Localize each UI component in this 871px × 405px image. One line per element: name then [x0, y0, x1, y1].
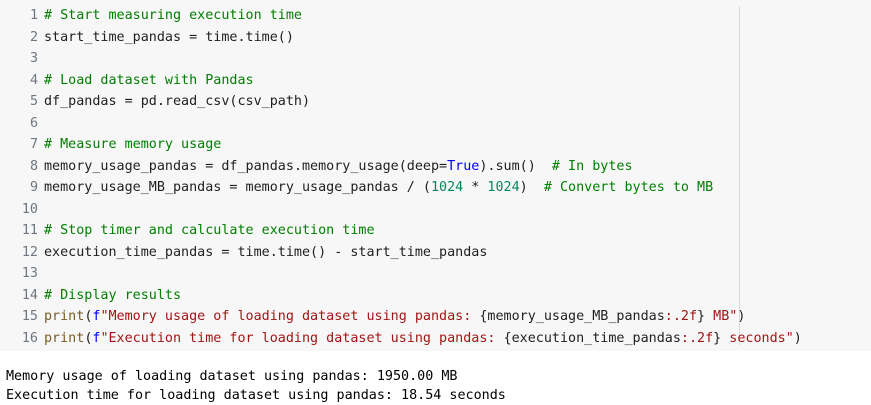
line-number: 13 [21, 266, 38, 281]
code-token: ) [737, 309, 746, 324]
code-line[interactable]: 12 execution_time_pandas = time.time() - … [0, 242, 802, 264]
code-line[interactable]: 6 [0, 113, 802, 135]
code-token: ) [519, 180, 544, 195]
code-token: * [463, 180, 488, 195]
line-number: 1 [29, 8, 38, 23]
code-line[interactable]: 13 [0, 263, 802, 285]
code-token: memory_usage_pandas = df_pandas.memory_u… [44, 158, 448, 174]
code-token: "Execution time for loading dataset usin… [100, 330, 504, 346]
code-line[interactable]: 11 # Stop timer and calculate execution t… [0, 220, 802, 242]
code-cell[interactable]: 1 # Start measuring execution time 2 start_… [0, 0, 871, 351]
line-number: 14 [21, 287, 38, 303]
line-number: 16 [21, 330, 38, 346]
code-line[interactable]: 8 memory_usage_pandas = df_pandas.memory_… [0, 156, 802, 178]
code-token: 1024 [487, 180, 520, 195]
code-token: print [44, 330, 85, 346]
code-line[interactable]: 15 print(f"Memory usage of loading datase… [0, 306, 802, 328]
line-number: 7 [29, 137, 38, 152]
code-token: # Load dataset with Pandas [44, 72, 254, 88]
line-number: 8 [29, 158, 38, 174]
line-number: 6 [29, 115, 38, 131]
line-number: 3 [29, 51, 38, 66]
code-token: ).sum() [479, 158, 552, 174]
code-text: # Load dataset with Pandas [44, 73, 254, 88]
line-number: 9 [29, 180, 38, 195]
code-text: # Measure memory usage [44, 137, 221, 152]
output-line: Execution time for loading dataset using… [6, 388, 506, 403]
code-token: # Measure memory usage [44, 137, 222, 152]
code-line[interactable]: 9 memory_usage_MB_pandas = memory_usage_p… [0, 177, 802, 199]
code-token: # In bytes [551, 158, 633, 174]
output-line: Memory usage of loading dataset using pa… [6, 369, 458, 384]
code-token: ) [793, 330, 802, 346]
code-token: :.2f [680, 330, 714, 346]
code-text: start_time_pandas = time.time() [44, 30, 294, 45]
code-token: {memory_usage_MB_pandas [479, 309, 665, 324]
line-number: 5 [29, 94, 38, 109]
code-editor[interactable]: 1 # Start measuring execution time 2 start_… [0, 5, 802, 349]
line-number: 2 [29, 29, 38, 45]
code-token: :.2f [664, 309, 698, 324]
code-line[interactable]: 3 [0, 48, 802, 70]
code-text: memory_usage_pandas = df_pandas.memory_u… [44, 159, 633, 174]
code-token: # Display results [44, 287, 182, 303]
code-text: # Stop timer and calculate execution tim… [44, 223, 375, 238]
code-line[interactable]: 14 # Display results [0, 285, 802, 307]
code-text: execution_time_pandas = time.time() - st… [44, 245, 487, 260]
code-text: print(f"Memory usage of loading dataset … [44, 309, 745, 324]
code-token: 1024 [430, 180, 464, 195]
code-token: start_time_pandas = time.time() [44, 29, 294, 45]
code-line[interactable]: 16 print(f"Execution time for loading dat… [0, 328, 802, 350]
code-token: print [44, 309, 85, 324]
code-token: {execution_time_pandas [503, 330, 681, 346]
line-number: 10 [21, 201, 38, 217]
code-token: # Stop timer and calculate execution tim… [44, 223, 375, 238]
code-token: # Convert bytes to MB [543, 180, 714, 195]
code-token: } [697, 309, 706, 324]
line-number: 11 [21, 223, 38, 238]
code-text: # Display results [44, 288, 181, 303]
code-token: # Start measuring execution time [44, 8, 302, 23]
cell-output: Memory usage of loading dataset using pa… [6, 367, 506, 405]
line-number: 15 [21, 309, 38, 324]
line-number: 4 [29, 72, 38, 88]
code-text: # Start measuring execution time [44, 8, 302, 23]
code-token: "Memory usage of loading dataset using p… [100, 309, 480, 324]
code-token: memory_usage_MB_pandas = memory_usage_pa… [44, 180, 431, 195]
code-token: } [713, 330, 722, 346]
code-token: execution_time_pandas = time.time() - st… [44, 244, 488, 260]
code-token: MB" [705, 309, 738, 324]
code-line[interactable]: 2 start_time_pandas = time.time() [0, 27, 802, 49]
line-number: 12 [21, 244, 38, 260]
code-token: df_pandas = pd.read_csv(csv_path) [44, 94, 311, 109]
code-line[interactable]: 10 [0, 199, 802, 221]
code-line[interactable]: 7 # Measure memory usage [0, 134, 802, 156]
code-line[interactable]: 1 # Start measuring execution time [0, 5, 802, 27]
code-line[interactable]: 5 df_pandas = pd.read_csv(csv_path) [0, 91, 802, 113]
code-text: memory_usage_MB_pandas = memory_usage_pa… [44, 180, 713, 195]
code-token: True [447, 158, 480, 174]
code-text: print(f"Execution time for loading datas… [44, 331, 802, 346]
code-line[interactable]: 4 # Load dataset with Pandas [0, 70, 802, 92]
code-text: df_pandas = pd.read_csv(csv_path) [44, 94, 310, 109]
code-token: seconds" [721, 330, 794, 346]
